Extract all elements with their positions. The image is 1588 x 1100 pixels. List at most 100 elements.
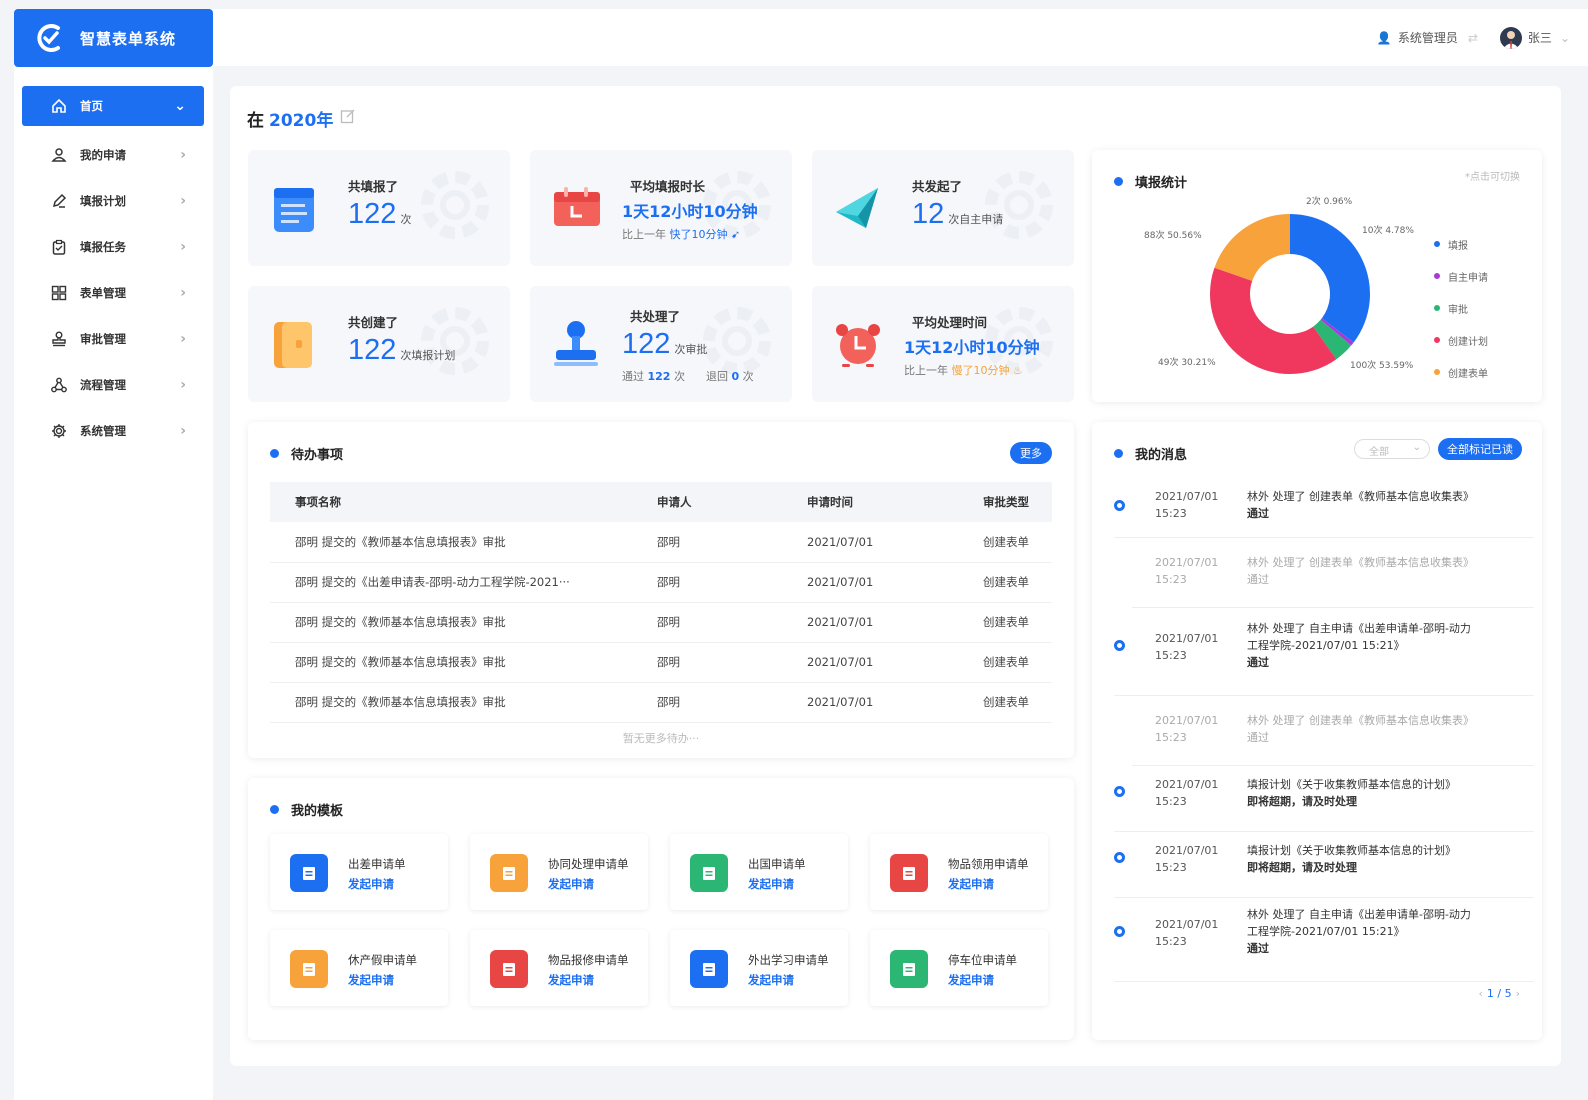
legend-item[interactable]: 审批 <box>1434 292 1488 324</box>
chevron-down-icon: ⌄ <box>1559 30 1570 45</box>
sidebar-item-approval-management[interactable]: 审批管理 › <box>22 316 204 362</box>
legend-item[interactable]: 自主申请 <box>1434 260 1488 292</box>
cell: 创建表单 <box>958 682 1052 723</box>
flow-icon <box>50 376 68 394</box>
message-status: 即将超期，请及时处理 <box>1247 861 1357 874</box>
chevron-left-icon[interactable]: ‹ <box>1478 987 1482 1000</box>
stat-title: 共发起了 <box>912 179 963 194</box>
message-item[interactable]: 2021/07/01 15:23 林外 处理了 创建表单《教师基本信息收集表》 通过 <box>1132 550 1534 608</box>
start-application-link[interactable]: 发起申请 <box>948 972 994 988</box>
donut-slice-3[interactable] <box>1210 267 1337 374</box>
todo-panel: 待办事项 更多 事项名称 申请人 申请时间 审批类型 邵明 提交的《教师基本信息… <box>248 422 1074 758</box>
year-value[interactable]: 2020年 <box>269 106 333 131</box>
sidebar-item-label: 首页 <box>80 99 103 113</box>
template-card[interactable]: 出国申请单 发起申请 <box>670 834 848 910</box>
legend-swatch <box>1434 241 1440 247</box>
template-name: 物品领用申请单 <box>948 857 1029 871</box>
edit-icon[interactable] <box>340 108 356 129</box>
sidebar-item-fill-plan[interactable]: 填报计划 › <box>22 178 204 224</box>
sidebar-item-home[interactable]: 首页 ⌄ <box>22 86 204 126</box>
table-row[interactable]: 邵明 提交的《教师基本信息填报表》审批 邵明 2021/07/01 创建表单 <box>270 522 1052 563</box>
message-clock: 15:23 <box>1155 795 1187 808</box>
title-dot-icon <box>1114 449 1123 458</box>
template-card[interactable]: 出差申请单 发起申请 <box>270 834 448 910</box>
start-application-link[interactable]: 发起申请 <box>548 876 594 892</box>
message-item[interactable]: 2021/07/01 15:23 林外 处理了 创建表单《教师基本信息收集表》 通过 <box>1132 708 1534 766</box>
message-item[interactable]: 2021/07/01 15:23 填报计划《关于收集教师基本信息的计划》 即将超期，请… <box>1114 840 1534 898</box>
legend-item[interactable]: 创建表单 <box>1434 356 1488 388</box>
template-card[interactable]: 物品报修申请单 发起申请 <box>470 930 648 1006</box>
message-text: 填报计划《关于收集教师基本信息的计划》 <box>1247 844 1456 857</box>
message-time: 2021/07/01 15:23 <box>1155 916 1218 950</box>
message-clock: 15:23 <box>1155 935 1187 948</box>
table-row[interactable]: 邵明 提交的《教师基本信息填报表》审批 邵明 2021/07/01 创建表单 <box>270 642 1052 683</box>
compare-value: 慢了10分钟 <box>951 364 1010 377</box>
cell: 2021/07/01 <box>782 642 958 683</box>
legend-swatch <box>1434 305 1440 311</box>
user-menu[interactable]: 张三 ⌄ <box>1499 26 1570 49</box>
message-clock: 15:23 <box>1155 507 1187 520</box>
sidebar-item-fill-task[interactable]: 填报任务 › <box>22 224 204 270</box>
message-status: 通过 <box>1247 731 1269 744</box>
cell: 邵明 <box>632 562 782 603</box>
cell: 创建表单 <box>958 602 1052 643</box>
donut-slice-0[interactable] <box>1290 214 1370 343</box>
gear-icon <box>50 422 68 440</box>
message-status: 通过 <box>1247 507 1269 520</box>
table-row[interactable]: 邵明 提交的《出差申请表-邵明-动力工程学院-2021··· 邵明 2021/07/… <box>270 562 1052 603</box>
filter-select[interactable]: 全部 ⌄ <box>1354 439 1430 459</box>
template-card[interactable]: 停车位申请单 发起申请 <box>870 930 1048 1006</box>
table-row[interactable]: 邵明 提交的《教师基本信息填报表》审批 邵明 2021/07/01 创建表单 <box>270 602 1052 643</box>
cell: 创建表单 <box>958 642 1052 683</box>
template-card[interactable]: 外出学习申请单 发起申请 <box>670 930 848 1006</box>
message-item[interactable]: 2021/07/01 15:23 林外 处理了 自主申请《出差申请单-邵明-动力 工程… <box>1114 904 1534 982</box>
cell: 创建表单 <box>958 562 1052 603</box>
logo-icon <box>37 24 60 52</box>
stat-value: 1天12小时10分钟 <box>904 338 1040 357</box>
sidebar-item-label: 填报计划 <box>80 194 126 208</box>
stat-unit: 次填报计划 <box>400 349 456 362</box>
sidebar-item-system-management[interactable]: 系统管理 › <box>22 408 204 454</box>
start-application-link[interactable]: 发起申请 <box>748 876 794 892</box>
more-button[interactable]: 更多 <box>1010 442 1052 464</box>
empty-hint: 暂无更多待办··· <box>622 732 700 745</box>
role-switcher[interactable]: 👤 系统管理员 ⇄ <box>1377 29 1478 46</box>
form-icon <box>290 950 328 988</box>
template-card[interactable]: 协同处理申请单 发起申请 <box>470 834 648 910</box>
table-row[interactable]: 邵明 提交的《教师基本信息填报表》审批 邵明 2021/07/01 创建表单 <box>270 682 1052 723</box>
template-name: 出差申请单 <box>348 857 406 871</box>
start-application-link[interactable]: 发起申请 <box>548 972 594 988</box>
stat-number: 122 <box>348 198 397 230</box>
cell: 邵明 提交的《教师基本信息填报表》审批 <box>270 522 632 563</box>
donut-slice-4[interactable] <box>1214 214 1290 281</box>
sidebar-item-flow-management[interactable]: 流程管理 › <box>22 362 204 408</box>
sidebar-item-form-management[interactable]: 表单管理 › <box>22 270 204 316</box>
avatar <box>1499 26 1522 49</box>
start-application-link[interactable]: 发起申请 <box>348 972 394 988</box>
templates-panel: 我的模板 出差申请单 发起申请 协同处理申请单 发起申请 出国申请单 发起申请 物品领… <box>248 778 1074 1040</box>
template-name: 协同处理申请单 <box>548 857 629 871</box>
mark-all-read-button[interactable]: 全部标记已读 <box>1438 438 1522 460</box>
message-body: 林外 处理了 创建表单《教师基本信息收集表》 通过 <box>1247 554 1507 588</box>
message-body: 填报计划《关于收集教师基本信息的计划》 即将超期，请及时处理 <box>1247 842 1507 876</box>
stat-card-processed: 共处理了 122 次审批 通过 122 次 退回 0 次 <box>530 286 792 402</box>
fill-stats-panel[interactable]: 填报统计 *点击可切换 2次 0.96% 10次 4.78% 100次 53.5… <box>1092 150 1542 402</box>
template-card[interactable]: 物品领用申请单 发起申请 <box>870 834 1048 910</box>
start-application-link[interactable]: 发起申请 <box>948 876 994 892</box>
user-name: 张三 <box>1527 31 1552 45</box>
message-item[interactable]: 2021/07/01 15:23 填报计划《关于收集教师基本信息的计划》 即将超期，请… <box>1114 774 1534 832</box>
sidebar-item-my-applications[interactable]: 我的申请 › <box>22 132 204 178</box>
legend-label: 创建表单 <box>1448 368 1488 380</box>
legend-item[interactable]: 创建计划 <box>1434 324 1488 356</box>
stat-number: 12 <box>912 198 945 230</box>
legend-item[interactable]: 填报 <box>1434 228 1488 260</box>
start-application-link[interactable]: 发起申请 <box>748 972 794 988</box>
start-application-link[interactable]: 发起申请 <box>348 876 394 892</box>
chevron-right-icon[interactable]: › <box>1516 987 1520 1000</box>
unread-dot-icon <box>1114 786 1125 797</box>
message-body: 填报计划《关于收集教师基本信息的计划》 即将超期，请及时处理 <box>1247 776 1507 810</box>
message-item[interactable]: 2021/07/01 15:23 林外 处理了 创建表单《教师基本信息收集表》 通过 <box>1114 486 1534 538</box>
template-card[interactable]: 休产假申请单 发起申请 <box>270 930 448 1006</box>
app-logo[interactable]: 智慧表单系统 <box>14 9 213 67</box>
message-item[interactable]: 2021/07/01 15:23 林外 处理了 自主申请《出差申请单-邵明-动力 工程… <box>1114 618 1534 696</box>
